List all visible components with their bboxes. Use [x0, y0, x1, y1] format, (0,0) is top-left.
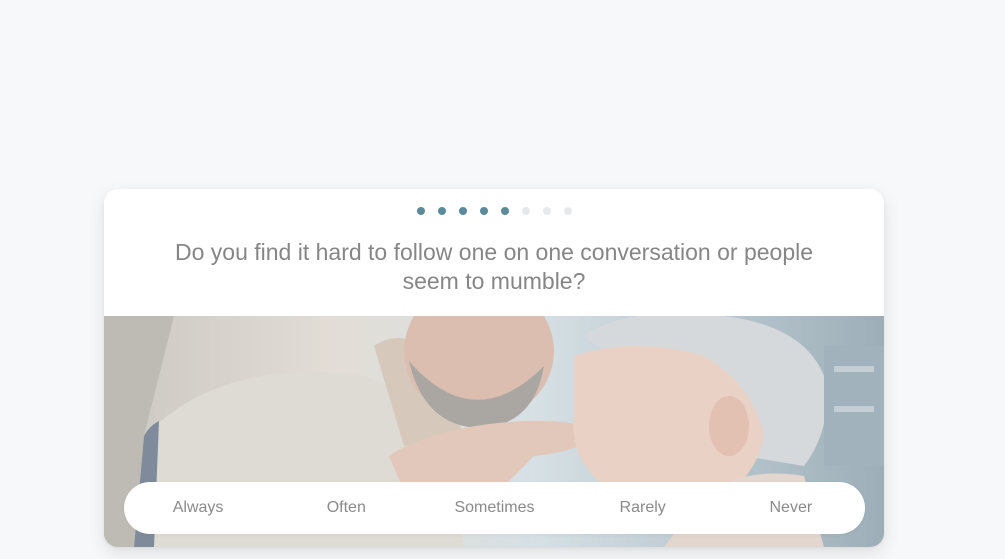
- answer-sometimes-button[interactable]: Sometimes: [420, 485, 568, 531]
- progress-dot: [416, 207, 425, 215]
- progress-dot: [479, 207, 488, 215]
- progress-dot: [500, 207, 509, 215]
- answer-always-button[interactable]: Always: [124, 485, 272, 531]
- progress-dots: [104, 207, 884, 215]
- question-text: Do you find it hard to follow one on one…: [174, 239, 814, 294]
- progress-dot: [458, 207, 467, 215]
- progress-dot: [521, 207, 530, 215]
- answer-options: Always Often Sometimes Rarely Never: [124, 482, 865, 534]
- progress-dot: [437, 207, 446, 215]
- answer-never-button[interactable]: Never: [717, 485, 865, 531]
- answer-rarely-button[interactable]: Rarely: [569, 485, 717, 531]
- progress-dot: [563, 207, 572, 215]
- survey-card: Do you find it hard to follow one on one…: [104, 189, 884, 547]
- progress-dot: [542, 207, 551, 215]
- answer-often-button[interactable]: Often: [272, 485, 420, 531]
